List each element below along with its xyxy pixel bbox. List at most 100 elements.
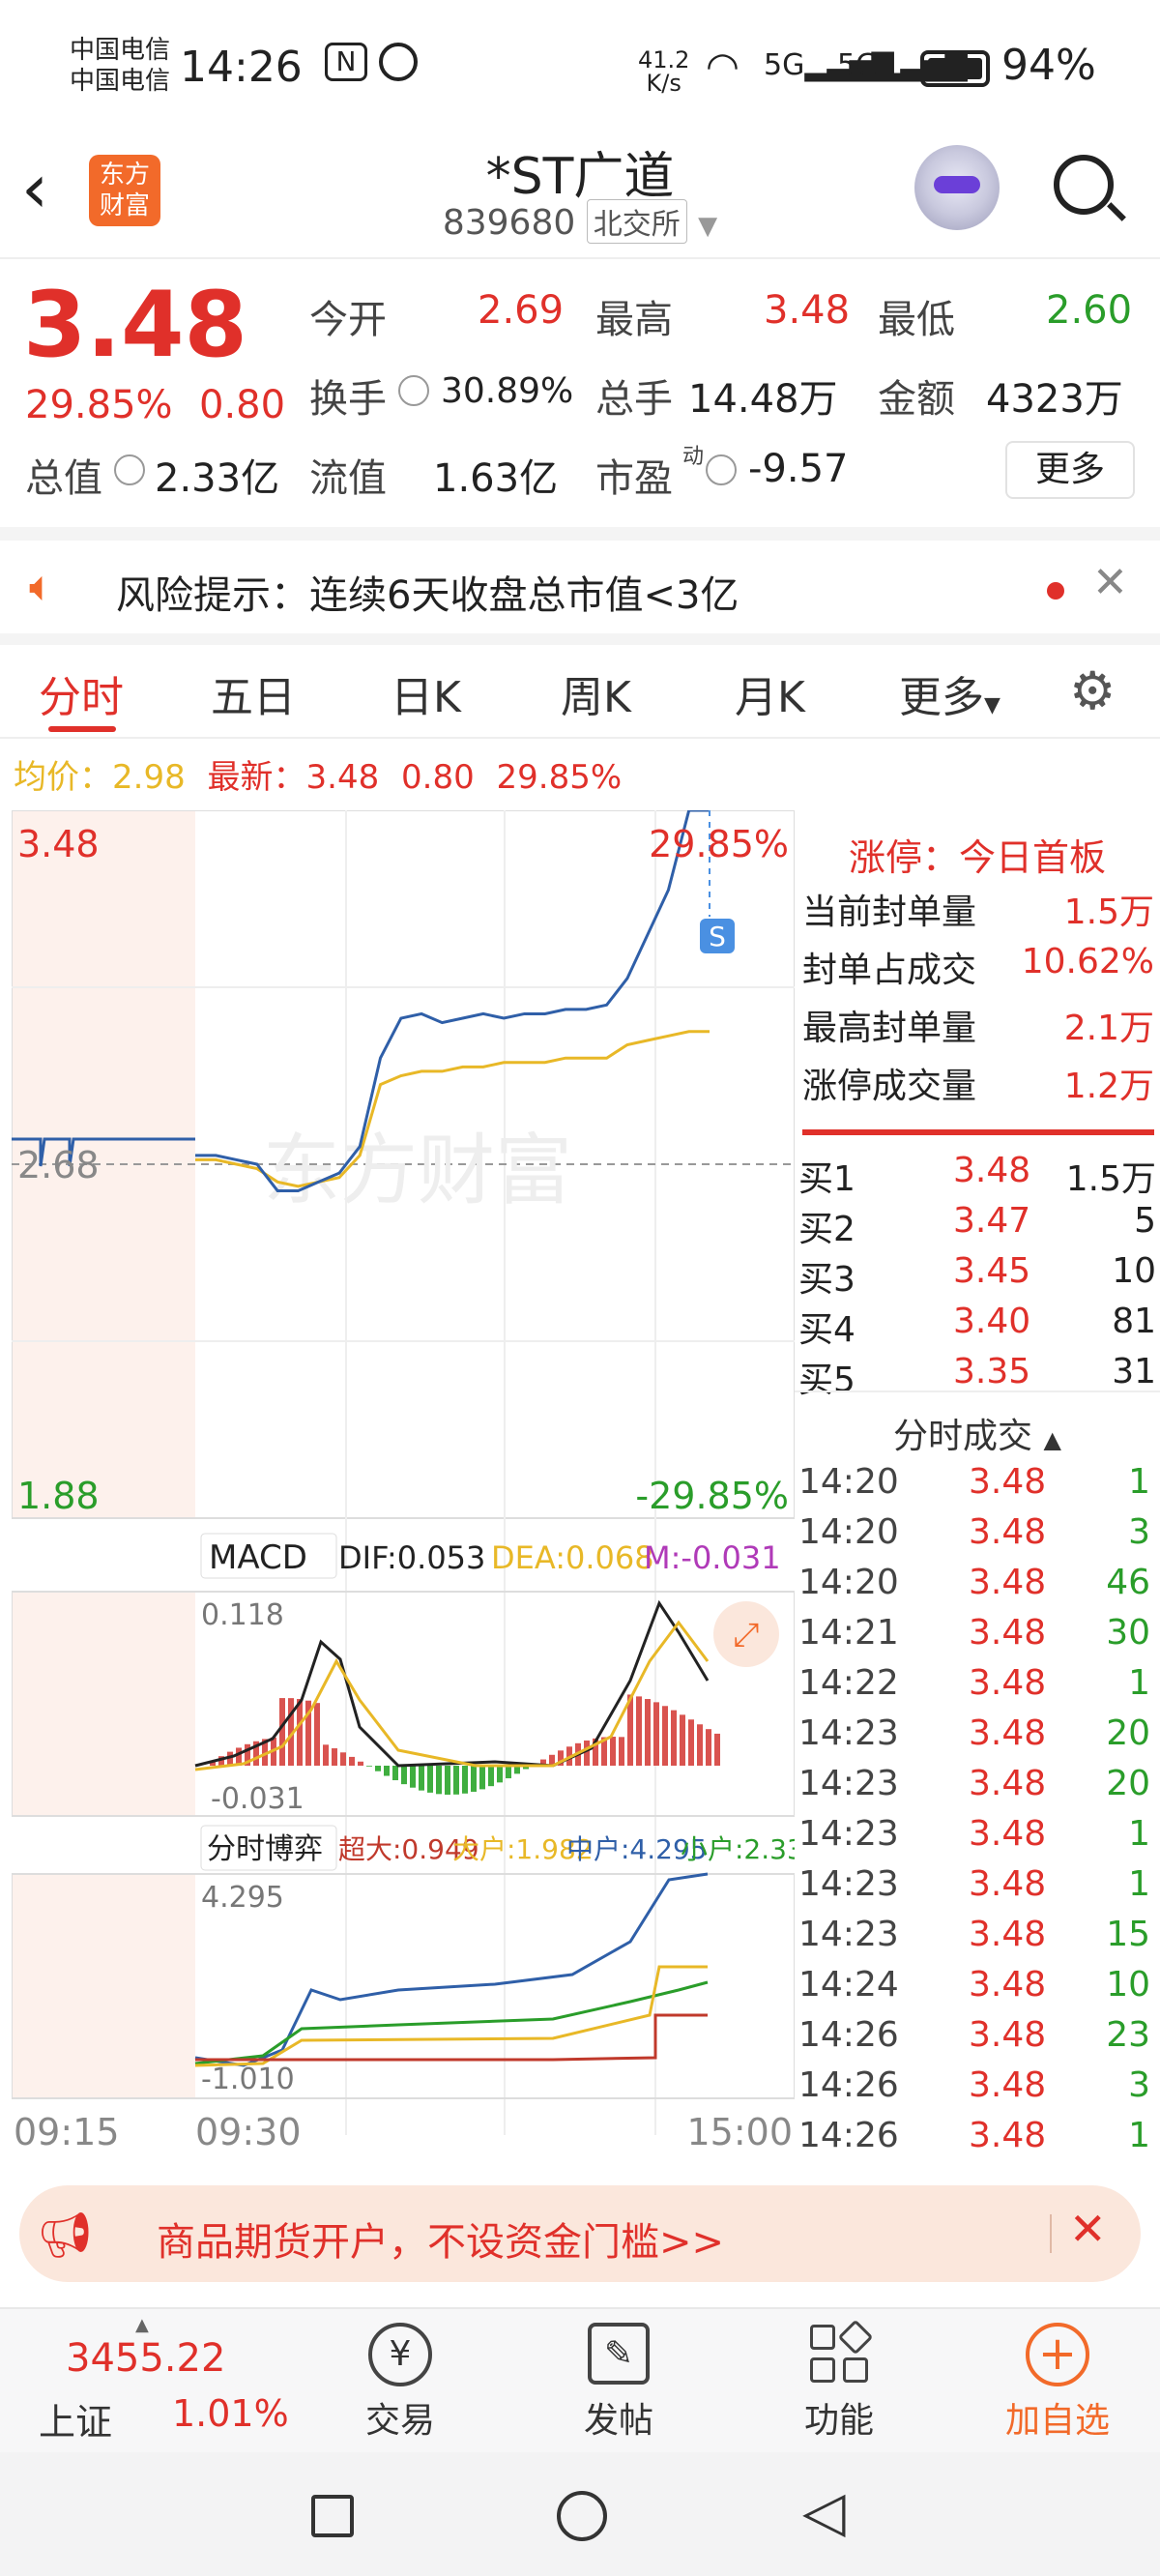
bid-row[interactable]: 买1 3.48 1.5万 bbox=[798, 1151, 1156, 1199]
trade-time: 14:23 bbox=[798, 1915, 899, 1954]
exchange-badge: 北交所 bbox=[586, 199, 687, 244]
trade-volume: 1 bbox=[1128, 1462, 1150, 1502]
status-bar: 中国电信 中国电信 14:26 N 41.2 K/s ◠ 5G▂▃▅▇ 5G▂▃▅▇… bbox=[0, 0, 1160, 145]
amount-label: 金额 bbox=[878, 377, 955, 422]
avg-label: 均价： bbox=[14, 758, 112, 797]
macd-bar bbox=[488, 1766, 494, 1787]
index-pct[interactable]: 1.01% bbox=[172, 2392, 289, 2435]
macd-bar bbox=[436, 1766, 442, 1795]
bid-label: 买4 bbox=[798, 1310, 856, 1350]
time-label-close: 15:00 bbox=[686, 2111, 793, 2153]
pct-bottom-label: -29.85% bbox=[635, 1475, 789, 1517]
trade-row: 14:23 3.48 1 bbox=[795, 1814, 1160, 1864]
macd-bar bbox=[479, 1766, 485, 1790]
latest-label: 最新： bbox=[207, 758, 306, 797]
bid-row[interactable]: 买2 3.47 5 bbox=[798, 1201, 1156, 1249]
divider bbox=[795, 1390, 1160, 1392]
post-button[interactable]: ✎ 发帖 bbox=[559, 2323, 679, 2443]
trade-volume: 1 bbox=[1128, 2116, 1150, 2155]
add-watchlist-button[interactable]: + 加自选 bbox=[990, 2323, 1125, 2443]
trade-time: 14:24 bbox=[798, 1965, 899, 2005]
recents-icon[interactable] bbox=[311, 2495, 354, 2537]
back-nav-icon[interactable]: ◁ bbox=[802, 2483, 846, 2539]
trade-row: 14:23 3.48 20 bbox=[795, 1713, 1160, 1764]
trade-time: 14:26 bbox=[798, 2015, 899, 2055]
limit-row: 当前封单量 1.5万 bbox=[802, 884, 1154, 934]
bid-row[interactable]: 买4 3.40 81 bbox=[798, 1302, 1156, 1350]
trades-title[interactable]: 分时成交 ▲ bbox=[795, 1408, 1160, 1458]
trade-time: 14:26 bbox=[798, 2065, 899, 2105]
tab-monthly-k[interactable]: 月K bbox=[735, 662, 805, 724]
search-icon[interactable] bbox=[1054, 155, 1126, 221]
info-icon[interactable] bbox=[706, 454, 737, 485]
info-icon[interactable] bbox=[398, 375, 429, 406]
tab-more[interactable]: 更多▼ bbox=[899, 662, 1000, 724]
intraday-chart[interactable]: 东方财富 3.48 2.68 1.88 29.85% -29.85% S MAC… bbox=[12, 810, 795, 2154]
tab-weekly-k[interactable]: 周K bbox=[561, 662, 631, 724]
trade-row: 14:20 3.48 1 bbox=[795, 1462, 1160, 1512]
close-icon[interactable]: ✕ bbox=[1092, 558, 1128, 607]
dropdown-icon[interactable]: ▼ bbox=[698, 212, 717, 241]
trade-price: 3.48 bbox=[969, 1915, 1047, 1954]
risk-text: 风险提示：连续6天收盘总市值<3亿 bbox=[116, 573, 740, 618]
amount-value: 4323万 bbox=[986, 377, 1123, 422]
pe-sup: 动 bbox=[682, 445, 705, 469]
trade-time: 14:21 bbox=[798, 1613, 899, 1653]
divider bbox=[1050, 2214, 1052, 2253]
macd-bar bbox=[332, 1748, 337, 1766]
y-mid-label: 2.68 bbox=[17, 1144, 100, 1186]
banner-text: 商品期货开户，不设资金门槛>> bbox=[157, 2220, 725, 2265]
s-marker-text: S bbox=[709, 921, 726, 952]
bid-price: 3.40 bbox=[953, 1302, 1031, 1341]
caret-up-icon: ▲ bbox=[135, 2315, 149, 2335]
macd-bar bbox=[419, 1766, 424, 1791]
limit-divider bbox=[802, 1129, 1154, 1135]
macd-bar bbox=[401, 1766, 407, 1785]
trade-row: 14:22 3.48 1 bbox=[795, 1663, 1160, 1713]
trade-price: 3.48 bbox=[969, 1814, 1047, 1854]
macd-bottom-label: -0.031 bbox=[211, 1782, 304, 1816]
macd-dif: DIF:0.053 bbox=[338, 1539, 485, 1576]
macd-bar bbox=[506, 1766, 511, 1779]
robot-assistant-icon[interactable] bbox=[914, 145, 1000, 230]
trade-volume: 15 bbox=[1106, 1915, 1150, 1954]
last-price: 3.48 bbox=[23, 273, 247, 378]
bid-label: 买2 bbox=[798, 1210, 856, 1249]
home-icon[interactable] bbox=[557, 2491, 607, 2541]
macd-bar bbox=[610, 1737, 616, 1766]
turnover-value: 30.89% bbox=[441, 371, 574, 411]
close-icon[interactable]: ✕ bbox=[1069, 2203, 1107, 2255]
trade-volume: 1 bbox=[1128, 1663, 1150, 1703]
risk-bar[interactable]: 🔈︎ 风险提示：连续6天收盘总市值<3亿 ✕ bbox=[0, 527, 1160, 633]
bid-row[interactable]: 买5 3.35 31 bbox=[798, 1352, 1156, 1400]
watermark: 东方财富 bbox=[263, 1126, 572, 1215]
bid-price: 3.48 bbox=[953, 1151, 1031, 1190]
trade-volume: 20 bbox=[1106, 1713, 1150, 1753]
info-icon[interactable] bbox=[114, 454, 145, 485]
pe-value: -9.57 bbox=[748, 447, 849, 491]
index-value[interactable]: 3455.22 bbox=[66, 2336, 225, 2381]
boyi-top-label: 4.295 bbox=[201, 1881, 284, 1915]
tab-five-day[interactable]: 五日 bbox=[211, 662, 296, 724]
limit-row: 涨停成交量 1.2万 bbox=[802, 1058, 1154, 1108]
alarm-icon bbox=[379, 43, 418, 81]
trade-volume: 20 bbox=[1106, 1764, 1150, 1803]
settings-gear-icon[interactable]: ⚙︎ bbox=[1069, 660, 1116, 721]
futures-banner[interactable]: 📢︎ 商品期货开户，不设资金门槛>> ✕ bbox=[19, 2185, 1141, 2282]
time-label-open: 09:30 bbox=[195, 2111, 302, 2153]
functions-button[interactable]: 功能 bbox=[779, 2319, 899, 2443]
trade-price: 3.48 bbox=[969, 1512, 1047, 1552]
bid-row[interactable]: 买3 3.45 10 bbox=[798, 1251, 1156, 1300]
trade-price: 3.48 bbox=[969, 1613, 1047, 1653]
more-button[interactable]: 更多 bbox=[1005, 441, 1135, 499]
trade-row: 14:20 3.48 46 bbox=[795, 1563, 1160, 1613]
limit-row: 封单占成交 10.62% bbox=[802, 942, 1154, 992]
index-name[interactable]: 上证 bbox=[39, 2392, 112, 2445]
tab-daily-k[interactable]: 日K bbox=[391, 662, 461, 724]
trade-price: 3.48 bbox=[969, 1663, 1047, 1703]
chart-tabs: 分时 五日 日K 周K 月K 更多▼ ⚙︎ bbox=[0, 643, 1160, 740]
macd-bar bbox=[375, 1766, 381, 1771]
tab-intraday[interactable]: 分时 bbox=[39, 662, 124, 724]
trade-button[interactable]: ¥ 交易 bbox=[340, 2323, 460, 2443]
macd-bar bbox=[636, 1696, 642, 1766]
